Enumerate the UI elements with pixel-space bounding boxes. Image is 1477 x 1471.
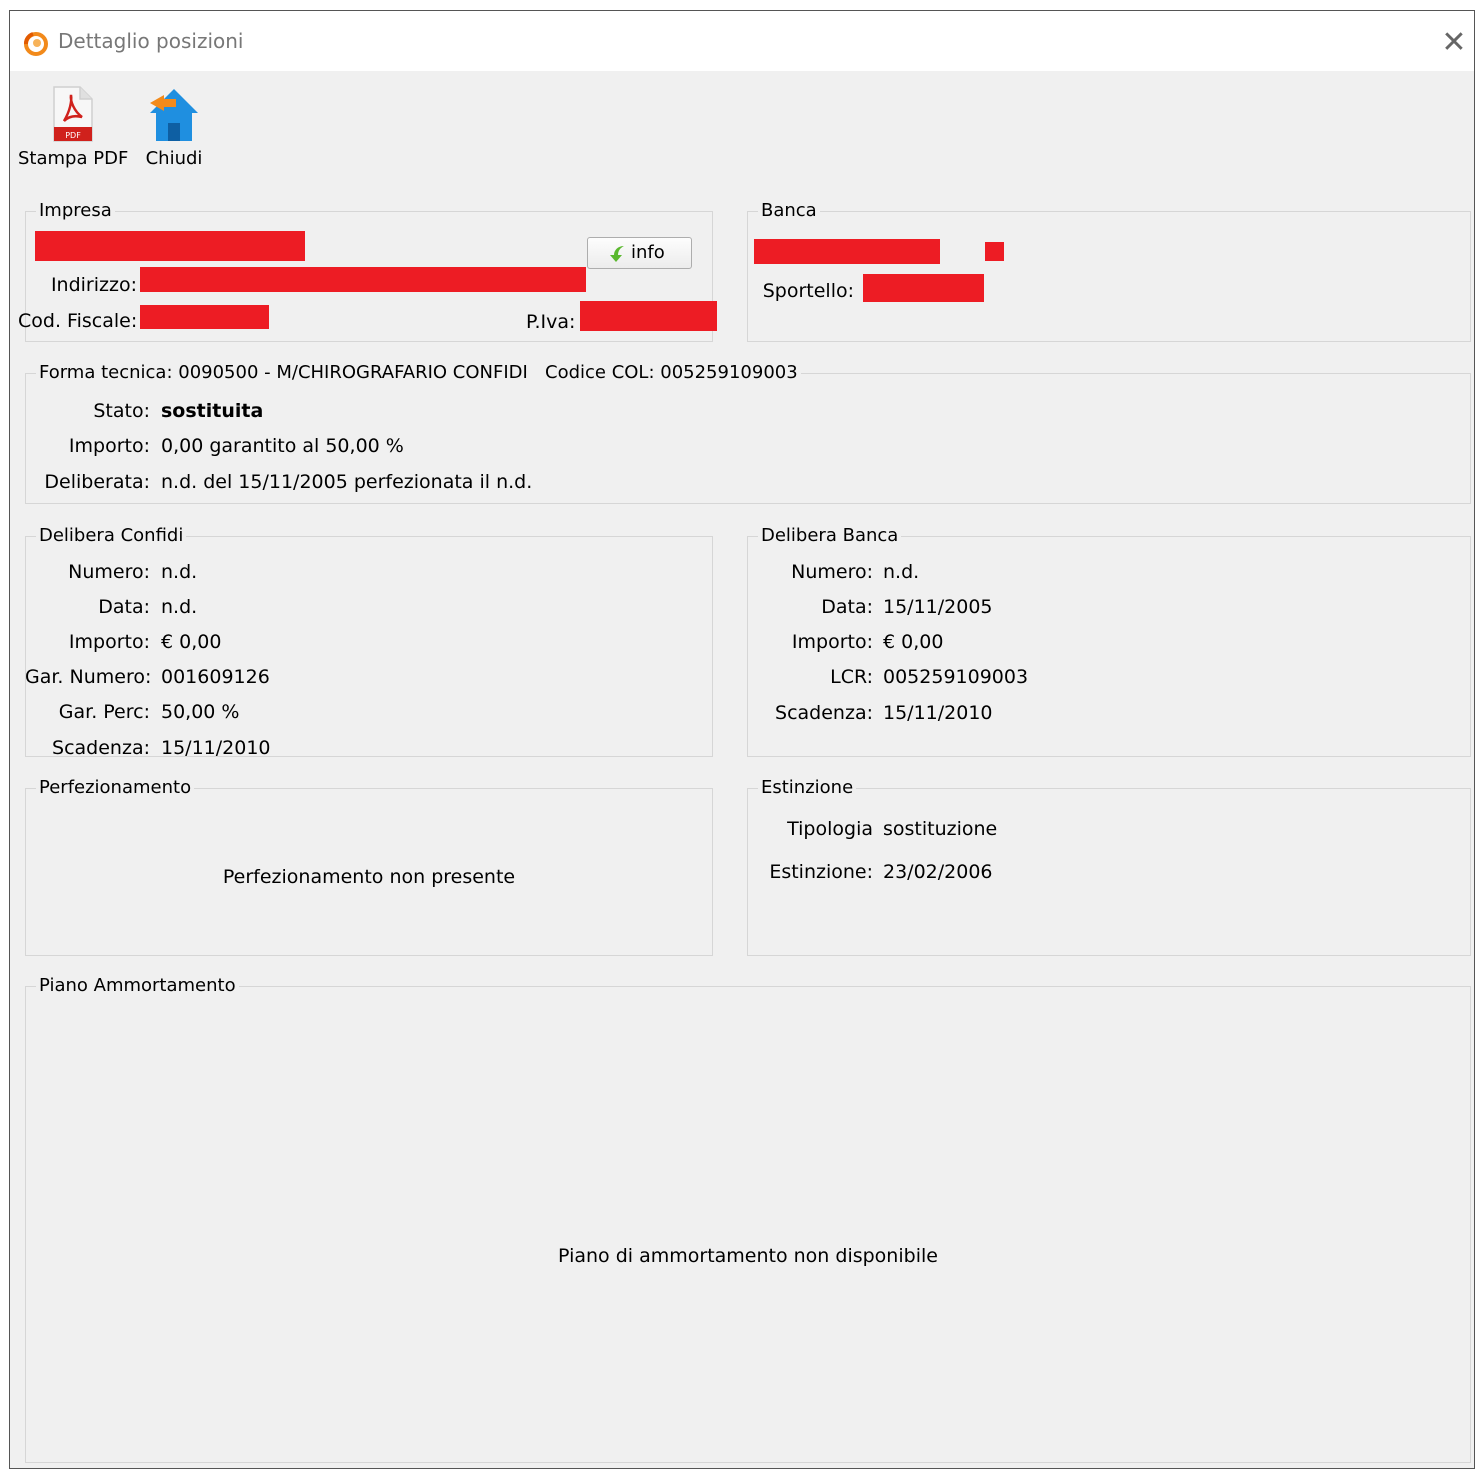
dc-scadenza-label: Scadenza: (52, 737, 150, 759)
piano-ammortamento-legend: Piano Ammortamento (39, 975, 236, 996)
dc-importo-label: Importo: (68, 631, 150, 653)
perfezionamento-message: Perfezionamento non presente (222, 866, 516, 888)
dc-data-label: Data: (98, 596, 150, 618)
redacted-bank-extra (985, 242, 1004, 261)
deliberata-value: n.d. del 15/11/2005 perfezionata il n.d. (161, 471, 533, 493)
db-scadenza-value: 15/11/2010 (883, 702, 993, 724)
db-importo-value: € 0,00 (883, 631, 944, 653)
tipologia-value: sostituzione (883, 818, 998, 840)
green-arrow-icon (610, 246, 624, 262)
db-data-value: 15/11/2005 (883, 596, 993, 618)
dc-scadenza-value: 15/11/2010 (161, 737, 271, 759)
tipologia-label: Tipologia (787, 818, 873, 840)
redacted-company-name (35, 231, 305, 261)
chiudi-label: Chiudi (145, 148, 203, 169)
importo-value: 0,00 garantito al 50,00 % (161, 435, 404, 457)
redacted-sportello (863, 274, 984, 302)
db-scadenza-label: Scadenza: (775, 702, 873, 724)
stampa-pdf-button[interactable]: PDF Stampa PDF (18, 85, 129, 169)
pdf-document-icon: PDF (53, 86, 93, 142)
redacted-piva (580, 301, 717, 331)
indirizzo-label: Indirizzo: (50, 274, 137, 296)
redacted-address (140, 267, 586, 292)
db-lcr-label: LCR: (830, 666, 873, 688)
dc-gar-perc-label: Gar. Perc: (58, 701, 150, 723)
estinzione-legend: Estinzione (761, 777, 854, 798)
chiudi-button[interactable]: Chiudi (140, 85, 208, 169)
importo-label: Importo: (68, 435, 150, 457)
perfezionamento-group: Perfezionamento Perfezionamento non pres… (25, 778, 713, 956)
app-logo-icon (24, 32, 48, 56)
info-label: info (631, 242, 665, 263)
close-window-button[interactable]: ✕ (1434, 25, 1474, 61)
forma-tecnica-legend: Forma tecnica: 0090500 - M/CHIROGRAFARIO… (36, 363, 801, 383)
db-data-label: Data: (821, 596, 873, 618)
forma-tecnica-text: Forma tecnica: 0090500 - M/CHIROGRAFARIO… (39, 362, 528, 383)
piano-ammortamento-message: Piano di ammortamento non disponibile (558, 1245, 938, 1267)
redacted-bank-name (754, 239, 940, 264)
impresa-legend: Impresa (39, 200, 112, 221)
stampa-pdf-label: Stampa PDF (18, 148, 129, 169)
deliberata-label: Deliberata: (44, 471, 150, 493)
home-icon (150, 89, 198, 141)
stato-label: Stato: (93, 400, 150, 422)
estinzione-value: 23/02/2006 (883, 861, 993, 883)
dc-numero-value: n.d. (161, 561, 198, 583)
dc-gar-numero-value: 001609126 (161, 666, 270, 688)
db-lcr-value: 005259109003 (883, 666, 1029, 688)
db-importo-label: Importo: (791, 631, 873, 653)
codice-col-text: Codice COL: 005259109003 (545, 362, 798, 383)
dc-data-value: n.d. (161, 596, 198, 618)
piva-label: P.Iva: (526, 311, 576, 333)
sportello-label: Sportello: (762, 280, 854, 302)
close-icon: ✕ (1441, 25, 1467, 60)
stato-value: sostituita (161, 400, 264, 422)
title-bar: Dettaglio posizioni ✕ (10, 11, 1474, 71)
estinzione-label: Estinzione: (769, 861, 873, 883)
db-numero-value: n.d. (883, 561, 920, 583)
banca-group: Banca (747, 201, 1471, 342)
db-numero-label: Numero: (791, 561, 873, 583)
dc-gar-numero-label: Gar. Numero: (25, 666, 152, 688)
redacted-cod-fiscale (140, 305, 269, 329)
piano-ammortamento-group: Piano Ammortamento Piano di ammortamento… (25, 976, 1471, 1463)
info-button[interactable]: info (587, 237, 692, 269)
banca-legend: Banca (761, 200, 817, 221)
window-title: Dettaglio posizioni (58, 29, 244, 53)
cod-fiscale-label: Cod. Fiscale: (18, 310, 138, 332)
svg-text:PDF: PDF (65, 131, 81, 140)
perfezionamento-legend: Perfezionamento (39, 777, 192, 798)
dialog-window: Dettaglio posizioni ✕ PDF Stampa PDF Chi… (9, 10, 1475, 1469)
delibera-confidi-legend: Delibera Confidi (39, 525, 184, 546)
dc-importo-value: € 0,00 (161, 631, 222, 653)
dc-gar-perc-value: 50,00 % (161, 701, 240, 723)
delibera-banca-legend: Delibera Banca (761, 525, 899, 546)
dc-numero-label: Numero: (68, 561, 150, 583)
